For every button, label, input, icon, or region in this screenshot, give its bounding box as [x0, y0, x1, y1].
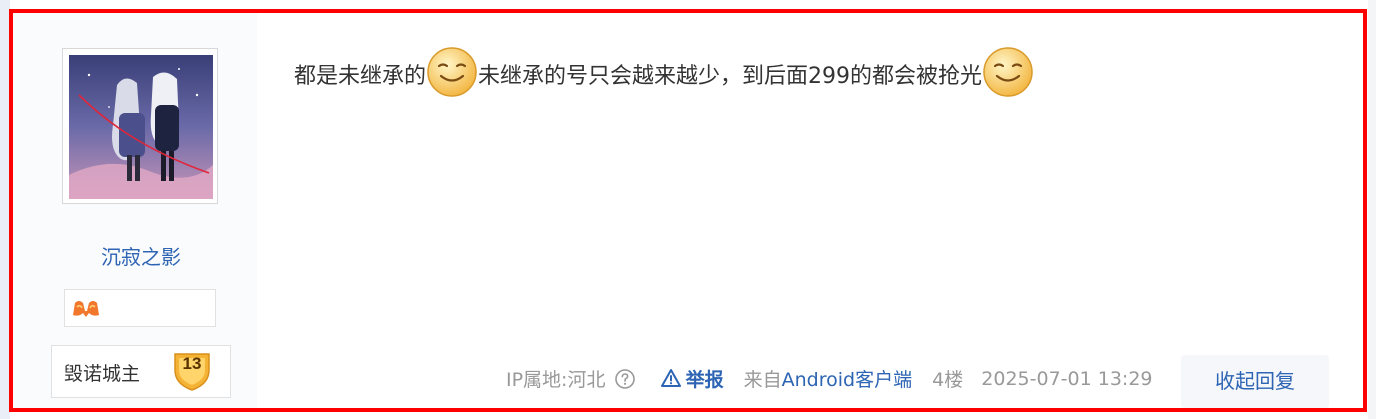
level-title: 毁诺城主 — [64, 363, 141, 385]
level-badge-icon[interactable]: 13 — [171, 350, 213, 392]
report-label: 举报 — [685, 369, 724, 391]
user-level-box: 毁诺城主 13 — [51, 345, 231, 398]
post-highlight-frame: 沉寂之影 毁诺城主 13 都是未继承的 未继承的号只会越来越少，到后面299的都… — [9, 9, 1367, 412]
avatar-image — [69, 55, 213, 199]
avatar[interactable] — [62, 48, 218, 204]
level-number: 13 — [182, 354, 202, 373]
smiley-emoji-icon — [983, 47, 1033, 97]
ip-location: IP属地:河北 — [506, 369, 606, 391]
post-content: 都是未继承的 未继承的号只会越来越少，到后面299的都会被抢光 — [294, 46, 1334, 108]
collapse-reply-button[interactable]: 收起回复 — [1181, 355, 1329, 408]
from-client: 来自Android客户端 — [744, 365, 912, 392]
post-datetime: 2025-07-01 13:29 — [981, 367, 1153, 390]
member-badge-icon[interactable] — [71, 297, 101, 319]
username-link[interactable]: 沉寂之影 — [13, 241, 269, 270]
author-column: 沉寂之影 毁诺城主 13 — [13, 13, 257, 408]
post-text-part1: 都是未继承的 — [294, 64, 427, 89]
post-text-part2: 未继承的号只会越来越少，到后面299的都会被抢光 — [478, 64, 983, 89]
help-circle-icon[interactable] — [614, 368, 636, 390]
member-badge-box — [64, 289, 216, 327]
page-right-edge — [1368, 0, 1376, 419]
client-link[interactable]: Android客户端 — [782, 369, 912, 391]
post-meta: IP属地:河北 举报 来自Android客户端 4楼 2025-07-01 13… — [506, 365, 1153, 392]
floor-number: 4楼 — [932, 369, 964, 391]
smiley-emoji-icon — [427, 47, 477, 97]
report-link[interactable]: 举报 — [660, 365, 724, 392]
warning-triangle-icon — [660, 369, 681, 387]
from-prefix: 来自 — [743, 369, 782, 391]
